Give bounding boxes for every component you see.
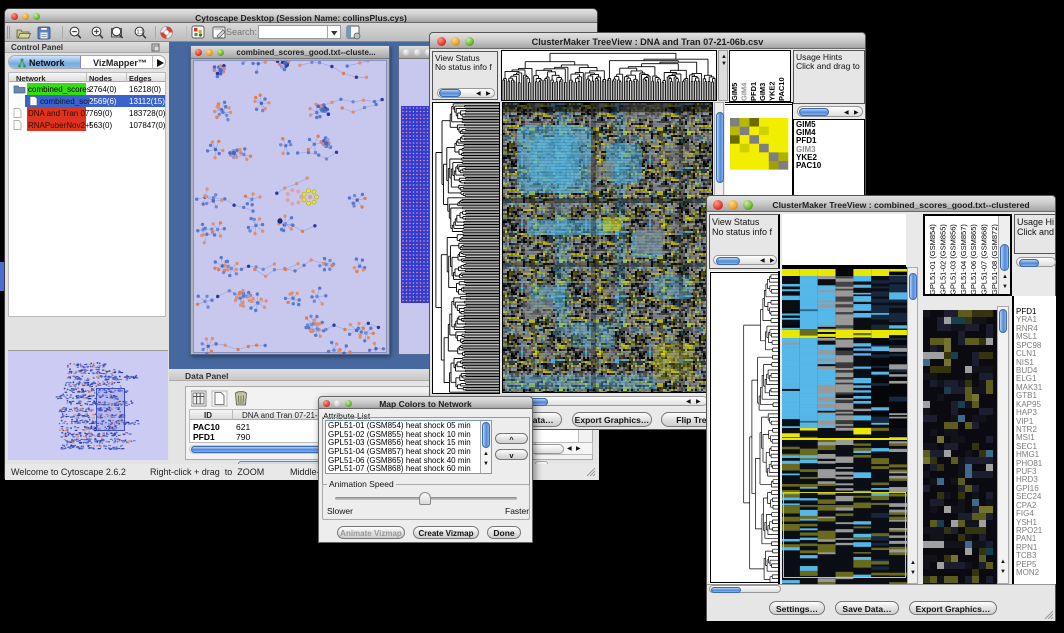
svg-text:GPL51-03 (GSM856): GPL51-03 (GSM856) [949,224,958,295]
svg-text:GIM5: GIM5 [730,83,739,101]
svg-text:GIM4: GIM4 [739,82,748,101]
svg-text:YKE2: YKE2 [768,81,777,101]
svg-text:1:1: 1:1 [137,30,144,36]
svg-text:GPL51-02 (GSM855): GPL51-02 (GSM855) [938,224,947,295]
svg-text:GPL51-07 (GSM868): GPL51-07 (GSM868) [980,224,989,295]
svg-text:GIM3: GIM3 [758,83,767,101]
svg-text:PAC10: PAC10 [777,77,786,101]
svg-text:GPL51-06 (GSM865): GPL51-06 (GSM865) [969,224,978,295]
svg-text:GPL51-01 (GSM854): GPL51-01 (GSM854) [928,224,937,295]
svg-text:PFD1: PFD1 [749,82,758,101]
svg-text:GPL51-04 (GSM857): GPL51-04 (GSM857) [959,224,968,295]
